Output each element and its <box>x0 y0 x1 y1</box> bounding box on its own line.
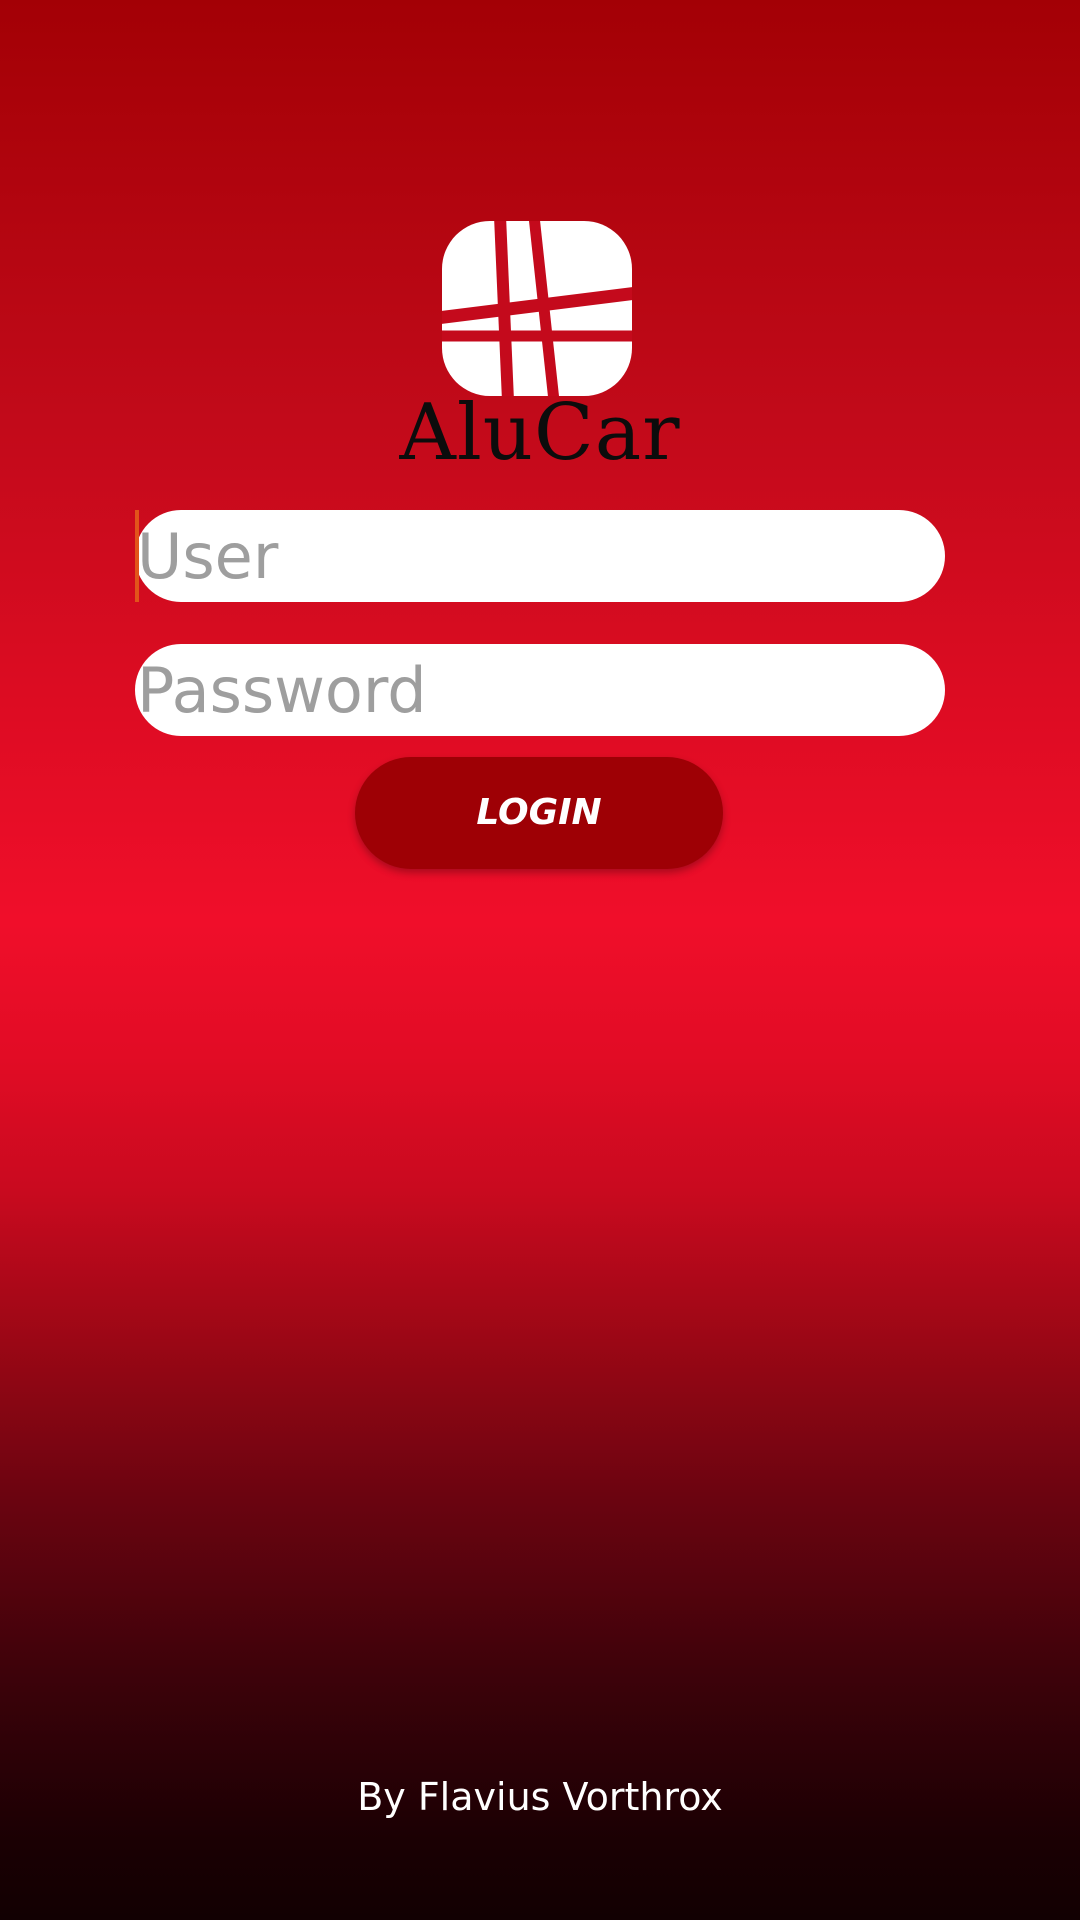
grid-logo-icon <box>442 221 632 396</box>
author-credit: By Flavius Vorthrox <box>357 1775 723 1819</box>
user-field[interactable] <box>135 510 945 602</box>
logo-text: AluCar <box>399 388 681 478</box>
user-input[interactable] <box>135 510 945 602</box>
login-button[interactable]: LOGIN <box>355 757 723 869</box>
password-input[interactable] <box>135 644 945 736</box>
app-logo: AluCar <box>395 215 685 475</box>
password-field[interactable] <box>135 644 945 736</box>
text-caret <box>135 510 139 602</box>
